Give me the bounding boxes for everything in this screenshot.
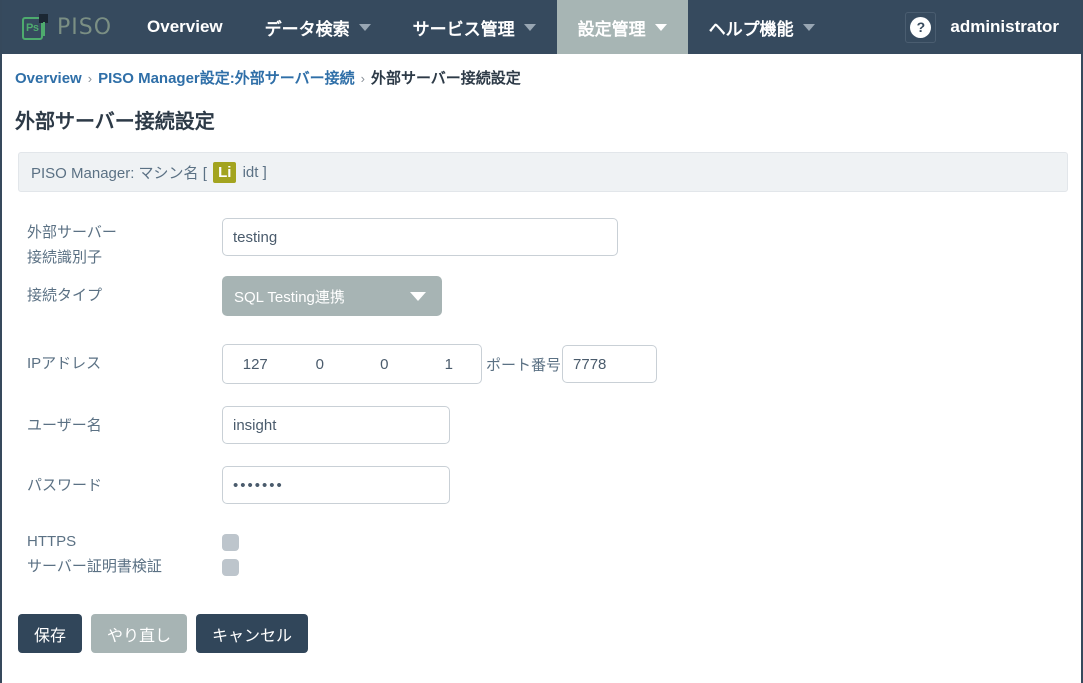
label-connection-type: 接続タイプ [27,287,103,304]
field-row-username: ユーザー名 [27,406,1081,444]
port-input[interactable] [562,345,658,383]
chevron-down-icon [802,23,815,31]
nav-item-data-search-label: データ検索 [264,19,350,39]
label-https: HTTPS [27,533,77,550]
help-button[interactable]: ? [905,11,937,43]
nav-item-settings-management-label: 設定管理 [577,19,646,39]
identifier-input[interactable] [222,218,618,256]
field-row-ip-address: IPアドレス ポート番号 [27,344,1081,384]
nav-item-data-search[interactable]: データ検索 [244,0,392,54]
page-title: 外部サーバー接続設定 [15,111,215,133]
password-input[interactable] [222,466,450,504]
label-password: パスワード [27,477,103,494]
ip-address-input-group[interactable] [222,344,482,384]
field-row-https: HTTPS [27,532,1081,552]
breadcrumb-item-manager-settings[interactable]: PISO Manager設定:外部サーバー接続 [98,67,355,88]
field-row-cert-verify: サーバー証明書検証 [27,557,1081,577]
nav-item-overview[interactable]: Overview [126,0,244,54]
label-identifier: 外部サーバー 接続識別子 [27,218,222,270]
label-identifier-line2: 接続識別子 [27,249,103,266]
breadcrumb-separator: › [360,71,365,86]
username-input[interactable] [222,406,450,444]
label-identifier-line1: 外部サーバー [27,224,117,241]
nav-item-help[interactable]: ヘルプ機能 [688,0,836,54]
connection-type-select[interactable]: SQL Testing連携 [222,276,442,316]
label-port: ポート番号 [486,356,562,374]
field-row-identifier: 外部サーバー 接続識別子 [27,218,1081,270]
nav-right-group: ? administrator [905,0,1081,54]
nav-item-service-management-label: サービス管理 [412,19,515,39]
connection-settings-form: 外部サーバー 接続識別子 接続タイプ SQL Testing連携 IPアドレス [2,192,1081,577]
chevron-down-icon [358,23,371,31]
cancel-button[interactable]: キャンセル [196,614,309,653]
ip-octet-3[interactable] [352,355,417,373]
breadcrumb-separator: › [87,71,93,86]
form-spacer [27,322,1081,344]
ip-octet-1[interactable] [223,355,288,373]
label-cert-verify: サーバー証明書検証 [27,558,162,575]
field-row-connection-type: 接続タイプ SQL Testing連携 [27,276,1081,316]
chevron-down-icon [654,23,667,31]
connection-type-selected-value: SQL Testing連携 [234,288,345,306]
breadcrumb-item-current: 外部サーバー接続設定 [370,70,521,87]
page-frame: Ps PISO Overview データ検索 サービス管理 設定管理 ヘルプ機能… [0,0,1083,683]
form-spacer [27,510,1081,532]
current-user-label[interactable]: administrator [950,17,1059,37]
machine-info-banner: PISO Manager: マシン名 [ Li idt ] [18,152,1068,192]
form-spacer [27,450,1081,466]
control-identifier [222,218,618,256]
control-password [222,466,450,504]
nav-items: Overview データ検索 サービス管理 設定管理 ヘルプ機能 [126,0,836,54]
nav-item-settings-management[interactable]: 設定管理 [556,0,688,54]
field-row-password: パスワード [27,466,1081,504]
cert-verify-checkbox[interactable] [222,558,239,576]
save-button[interactable]: 保存 [18,614,83,653]
label-ip-address: IPアドレス [27,355,102,372]
top-navigation-bar: Ps PISO Overview データ検索 サービス管理 設定管理 ヘルプ機能… [0,0,1083,54]
machine-info-suffix: idt ] [238,163,267,181]
reset-button[interactable]: やり直し [91,614,188,653]
brand-mark-label: Ps [26,21,39,34]
form-action-buttons: 保存 やり直し キャンセル [2,582,1081,653]
chevron-down-icon [523,23,536,31]
machine-name-highlight: Li [213,161,237,183]
breadcrumb-item-overview[interactable]: Overview [15,70,82,87]
nav-item-overview-label: Overview [147,17,223,36]
question-mark-icon: ? [910,16,932,38]
ip-octet-4[interactable] [416,355,481,373]
https-checkbox[interactable] [222,533,239,551]
brand-logo[interactable]: Ps PISO [2,0,126,54]
nav-item-service-management[interactable]: サービス管理 [392,0,557,54]
piso-logo-icon: Ps [22,13,48,41]
control-ip-address: ポート番号 [222,344,658,384]
label-username: ユーザー名 [27,417,102,434]
control-connection-type: SQL Testing連携 [222,276,442,316]
control-username [222,406,450,444]
form-spacer [27,390,1081,406]
machine-info-prefix: PISO Manager: マシン名 [ [31,164,212,182]
ip-octet-2[interactable] [287,355,352,373]
breadcrumb: Overview › PISO Manager設定:外部サーバー接続 › 外部サ… [2,54,1081,97]
nav-item-help-label: ヘルプ機能 [708,19,794,39]
chevron-down-icon [410,292,426,301]
brand-name: PISO [57,14,113,40]
